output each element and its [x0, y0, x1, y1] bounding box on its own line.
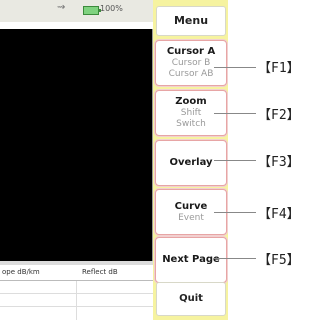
- status-bar: ⇝ 100%: [0, 0, 155, 22]
- quit-button[interactable]: Quit: [156, 282, 226, 316]
- cursor-b-option: Cursor B: [171, 58, 211, 68]
- f1-key-label: 【F1】: [258, 61, 300, 76]
- cursor-button[interactable]: Cursor A Cursor B Cursor AB: [155, 40, 227, 86]
- switch-option: Switch: [176, 119, 206, 129]
- event-option: Event: [178, 212, 204, 223]
- f5-leader-line: [214, 258, 256, 259]
- f4-key-label: 【F4】: [258, 207, 300, 222]
- overlay-button-label: Overlay: [169, 157, 213, 168]
- event-table: [0, 281, 153, 320]
- cursor-ab-option: Cursor AB: [168, 69, 214, 79]
- f5-key-label: 【F5】: [258, 253, 300, 268]
- f2-key-label: 【F2】: [258, 108, 300, 123]
- f3-key-label: 【F3】: [258, 155, 300, 170]
- trace-plot-area[interactable]: [0, 29, 153, 261]
- instrument-screen: ⇝ 100% ope dB/km Reflect dB: [0, 0, 155, 320]
- f4-leader-line: [214, 212, 256, 213]
- next-page-button-label: Next Page: [162, 254, 220, 265]
- zoom-button-label: Zoom: [175, 96, 207, 107]
- next-page-button[interactable]: Next Page: [155, 237, 227, 283]
- f3-leader-line: [214, 160, 256, 161]
- connection-icon: ⇝: [57, 2, 66, 13]
- readout-bar: ope dB/km Reflect dB: [0, 265, 153, 281]
- battery-icon: [83, 6, 101, 15]
- shift-option: Shift: [180, 108, 202, 118]
- f1-leader-line: [214, 67, 256, 68]
- menu-title: Menu: [156, 6, 226, 36]
- cursor-button-label: Cursor A: [166, 46, 216, 57]
- overlay-button[interactable]: Overlay: [155, 140, 227, 186]
- readout-reflect: Reflect dB: [82, 268, 118, 276]
- curve-button-label: Curve: [174, 200, 208, 212]
- readout-slope: ope dB/km: [2, 268, 40, 276]
- f2-leader-line: [214, 113, 256, 114]
- battery-percent: 100%: [100, 4, 123, 13]
